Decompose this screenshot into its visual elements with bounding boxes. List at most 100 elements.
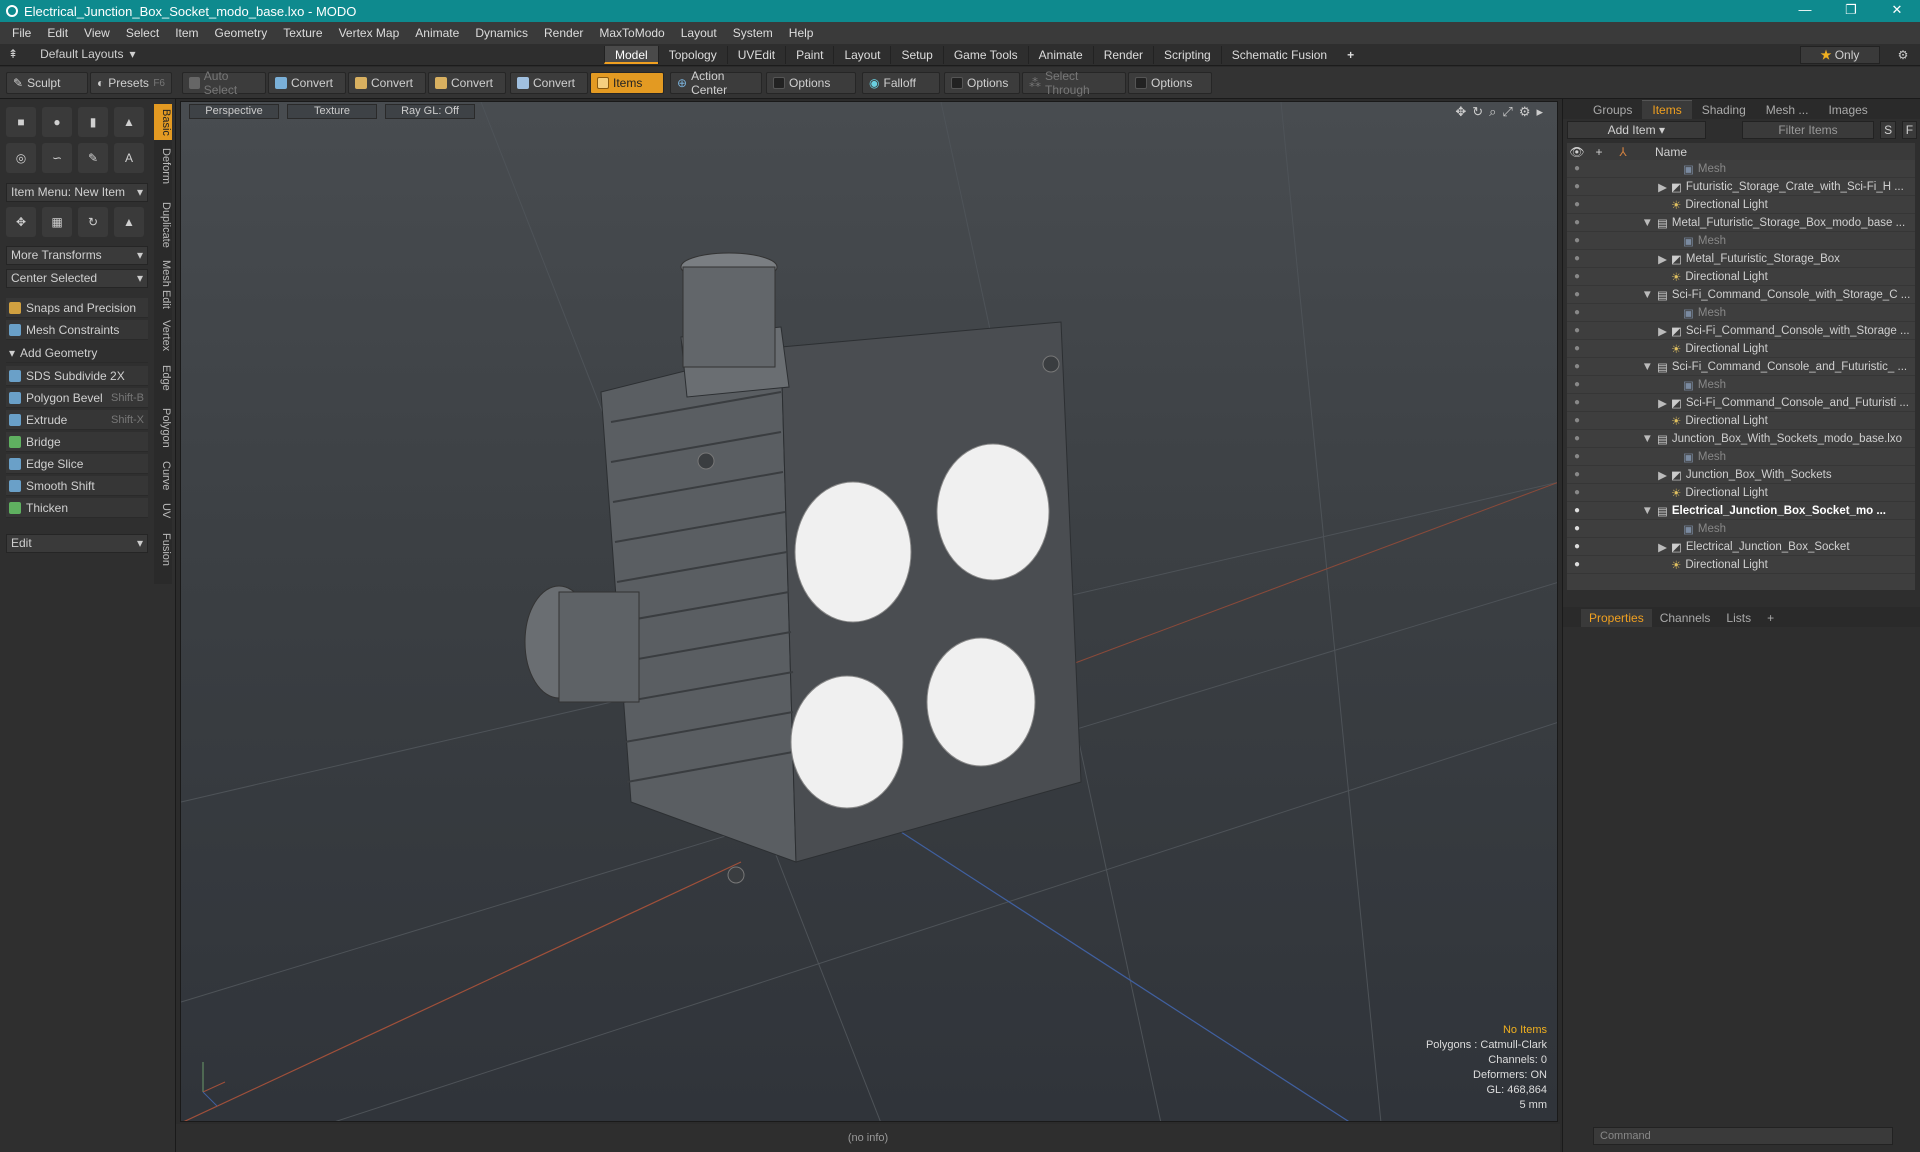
add-geometry-section[interactable]: ▾ Add Geometry (6, 343, 148, 363)
convert-vertices-button[interactable]: Convert (268, 72, 346, 94)
visibility-eye-icon[interactable]: ● (1567, 343, 1587, 354)
menu-vertex-map[interactable]: Vertex Map (331, 26, 408, 40)
viewport-settings-icon[interactable]: ⚙ (1519, 104, 1531, 120)
convert-edges-button[interactable]: Convert (348, 72, 426, 94)
visibility-eye-icon[interactable]: ● (1567, 415, 1587, 426)
cone-icon[interactable]: ▲ (114, 107, 144, 137)
sculpt-button[interactable]: ✎ Sculpt (6, 72, 88, 94)
tree-row[interactable]: ● ▣ Mesh (1567, 304, 1915, 322)
tree-row[interactable]: ● ▶ ◩ Futuristic_Storage_Crate_with_Sci-Fi_… (1567, 178, 1915, 196)
expand-arrow-icon[interactable]: ▶ (1587, 180, 1671, 194)
tab-layout[interactable]: Layout (833, 46, 890, 64)
visibility-eye-icon[interactable]: ● (1567, 271, 1587, 282)
tree-row[interactable]: ● ▼ ▤ Electrical_Junction_Box_Socket_mo ... (1567, 502, 1915, 520)
tab-mesh[interactable]: Mesh ... (1756, 101, 1819, 119)
visibility-eye-icon[interactable]: ● (1567, 523, 1587, 534)
text-tool-icon[interactable]: A (114, 143, 144, 173)
vtab-vertex[interactable]: Vertex (154, 316, 172, 356)
menu-render[interactable]: Render (536, 26, 591, 40)
vtab-fusion[interactable]: Fusion (154, 530, 172, 570)
filter-items-input[interactable]: Filter Items (1741, 121, 1875, 139)
tree-row[interactable]: ● ▣ Mesh (1567, 232, 1915, 250)
tab-setup[interactable]: Setup (890, 46, 942, 64)
maximize-view-icon[interactable]: ⤢ (1502, 104, 1512, 120)
snaps-and-precision-button[interactable]: Snaps and Precision (6, 298, 148, 318)
tree-row[interactable]: ● ▼ ▤ Junction_Box_With_Sockets_modo_base.l… (1567, 430, 1915, 448)
add-item-button[interactable]: Add Item ▾ (1567, 121, 1706, 139)
tree-row[interactable]: ● ▶ ◩ Sci-Fi_Command_Console_and_Futuristi … (1567, 394, 1915, 412)
menu-animate[interactable]: Animate (407, 26, 467, 40)
orbit-icon[interactable]: ↻ (1472, 104, 1483, 120)
select-through-button[interactable]: ⁂ Select Through (1022, 69, 1126, 97)
close-button[interactable]: ✕ (1874, 0, 1920, 22)
expand-arrow-icon[interactable]: ▶ (1587, 396, 1671, 410)
lock-column-icon[interactable]: + (1587, 145, 1611, 159)
visibility-eye-icon[interactable]: ● (1567, 325, 1587, 336)
vtab-uv[interactable]: UV (154, 500, 172, 522)
expand-arrow-icon[interactable]: ▼ (1587, 505, 1657, 517)
visibility-eye-icon[interactable]: ● (1567, 541, 1587, 552)
tab-schematic-fusion[interactable]: Schematic Fusion (1220, 46, 1337, 64)
falloff-options-button[interactable]: Options (944, 72, 1020, 94)
tab-channels[interactable]: Channels (1652, 609, 1719, 627)
items-mode-button[interactable]: Items (590, 72, 664, 94)
select-options-button[interactable]: Options (1128, 72, 1212, 94)
tree-row[interactable]: ● ☀ Directional Light (1567, 340, 1915, 358)
visibility-eye-icon[interactable]: ● (1567, 397, 1587, 408)
visibility-eye-icon[interactable]: ● (1567, 163, 1587, 174)
visibility-column-icon[interactable]: 👁 (1567, 145, 1587, 159)
expand-arrow-icon[interactable]: ▼ (1587, 217, 1657, 229)
menu-file[interactable]: File (4, 26, 39, 40)
menu-view[interactable]: View (76, 26, 118, 40)
tree-row[interactable]: ● ▼ ▤ Metal_Futuristic_Storage_Box_modo_bas… (1567, 214, 1915, 232)
rotate-icon[interactable]: ↻ (78, 207, 108, 237)
tree-row[interactable]: ● ☀ Directional Light (1567, 412, 1915, 430)
name-column-header[interactable]: Name (1655, 145, 1687, 159)
menu-maxtomodo[interactable]: MaxToModo (591, 26, 672, 40)
menu-item[interactable]: Item (167, 26, 206, 40)
menu-edit[interactable]: Edit (39, 26, 76, 40)
only-button[interactable]: ★ Only (1800, 46, 1880, 64)
bridge-button[interactable]: Bridge (6, 432, 148, 452)
mesh-constraints-button[interactable]: Mesh Constraints (6, 320, 148, 340)
menu-help[interactable]: Help (781, 26, 822, 40)
more-transforms-dropdown[interactable]: More Transforms (6, 246, 148, 265)
edit-dropdown[interactable]: Edit (6, 534, 148, 553)
pen-icon[interactable]: ✎ (78, 143, 108, 173)
visibility-eye-icon[interactable]: ● (1567, 181, 1587, 192)
menu-dynamics[interactable]: Dynamics (467, 26, 536, 40)
center-selected-dropdown[interactable]: Center Selected (6, 269, 148, 288)
sds-subdivide-button[interactable]: SDS Subdivide 2X (6, 366, 148, 386)
expand-arrow-icon[interactable]: ▼ (1587, 433, 1657, 445)
minimize-button[interactable]: — (1782, 0, 1828, 22)
tab-images[interactable]: Images (1818, 101, 1877, 119)
visibility-eye-icon[interactable]: ● (1567, 217, 1587, 228)
visibility-eye-icon[interactable]: ● (1567, 487, 1587, 498)
vtab-deform[interactable]: Deform (154, 144, 172, 188)
maximize-button[interactable]: ❐ (1828, 0, 1874, 22)
visibility-eye-icon[interactable]: ● (1567, 235, 1587, 246)
tree-row[interactable]: ● ▣ Mesh (1567, 520, 1915, 538)
pan-icon[interactable]: ✥ (1455, 104, 1466, 120)
grid-icon[interactable]: ▦ (42, 207, 72, 237)
render-column-icon[interactable]: ⅄ (1611, 145, 1635, 159)
visibility-eye-icon[interactable]: ● (1567, 505, 1587, 516)
menu-system[interactable]: System (725, 26, 781, 40)
tree-row[interactable]: ● ▶ ◩ Metal_Futuristic_Storage_Box (1567, 250, 1915, 268)
add-tab-icon[interactable]: + (1337, 46, 1364, 64)
item-menu-dropdown[interactable]: Item Menu: New Item (6, 183, 148, 202)
tree-row[interactable]: ● ☀ Directional Light (1567, 556, 1915, 574)
tab-model[interactable]: Model (604, 46, 658, 64)
visibility-eye-icon[interactable]: ● (1567, 559, 1587, 570)
menu-select[interactable]: Select (118, 26, 167, 40)
visibility-eye-icon[interactable]: ● (1567, 253, 1587, 264)
falloff-button[interactable]: ◉ Falloff (862, 72, 940, 94)
torus-icon[interactable]: ◎ (6, 143, 36, 173)
tree-row[interactable]: ● ▣ Mesh (1567, 376, 1915, 394)
visibility-eye-icon[interactable]: ● (1567, 469, 1587, 480)
tab-scripting[interactable]: Scripting (1153, 46, 1221, 64)
shading-mode-button[interactable]: Texture (287, 104, 377, 119)
vtab-duplicate[interactable]: Duplicate (154, 196, 172, 254)
tree-row[interactable]: ● ▣ Mesh (1567, 160, 1915, 178)
tab-uvedit[interactable]: UVEdit (726, 46, 785, 64)
